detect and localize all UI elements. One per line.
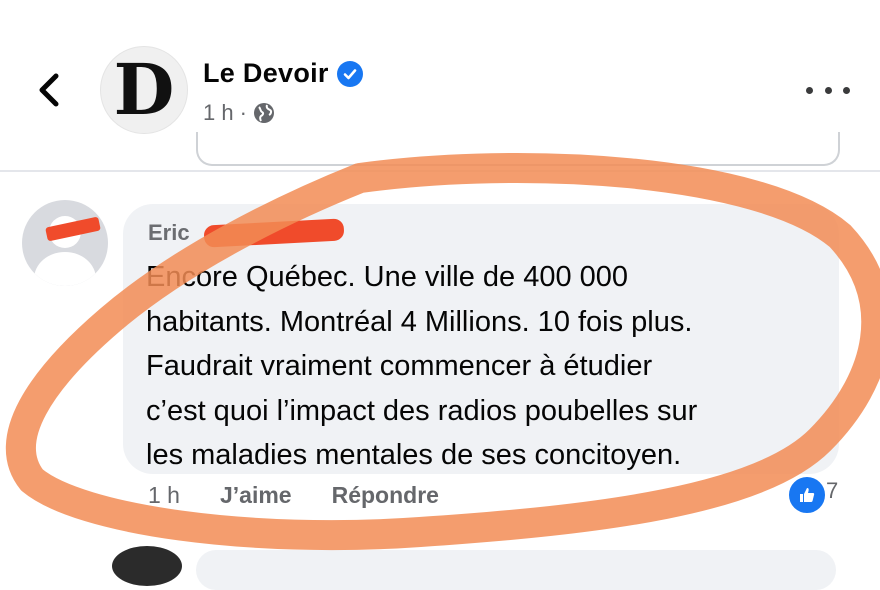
- page-name-row: Le Devoir: [203, 58, 363, 89]
- comment-line: habitants. Montréal 4 Millions. 10 fois …: [146, 305, 693, 338]
- like-reaction-icon[interactable]: [786, 474, 828, 516]
- page-logo: D: [113, 48, 175, 131]
- comment-line: c’est quoi l’impact des radios poubelles…: [146, 394, 698, 427]
- comment-actions: 1 h J’aime Répondre: [148, 482, 439, 509]
- comment-line: Encore Québec. Une ville de 400 000: [146, 261, 629, 293]
- commenter-avatar[interactable]: [22, 200, 108, 286]
- back-button[interactable]: [28, 66, 68, 114]
- globe-icon: [253, 103, 274, 123]
- verified-badge-icon: [336, 60, 363, 87]
- comment-line: Faudrait vraiment commencer à étudier: [146, 350, 653, 382]
- post-meta: 1 h ·: [203, 100, 275, 126]
- page-avatar[interactable]: D: [100, 46, 188, 134]
- like-button[interactable]: J’aime: [220, 482, 292, 509]
- reply-button[interactable]: Répondre: [332, 482, 439, 509]
- meta-separator: ·: [239, 100, 247, 125]
- post-time[interactable]: 1 h: [203, 100, 234, 126]
- comment-text: Encore Québec. Une ville de 400 000 habi…: [146, 255, 836, 478]
- comment-author[interactable]: Eric: [148, 220, 190, 246]
- divider: [0, 170, 880, 172]
- post-header: D Le Devoir 1 h ·: [0, 0, 880, 166]
- page-name[interactable]: Le Devoir: [203, 58, 329, 89]
- comment-time[interactable]: 1 h: [148, 482, 180, 509]
- next-commenter-avatar[interactable]: [112, 546, 182, 586]
- comment-input-edge: [196, 132, 840, 166]
- reaction-count: 7: [826, 478, 839, 503]
- more-options-icon[interactable]: [806, 78, 850, 102]
- next-comment-bubble: [196, 550, 836, 590]
- back-chevron-icon: [39, 73, 59, 107]
- comment-line: les maladies mentales de ses concitoyen.: [146, 439, 682, 471]
